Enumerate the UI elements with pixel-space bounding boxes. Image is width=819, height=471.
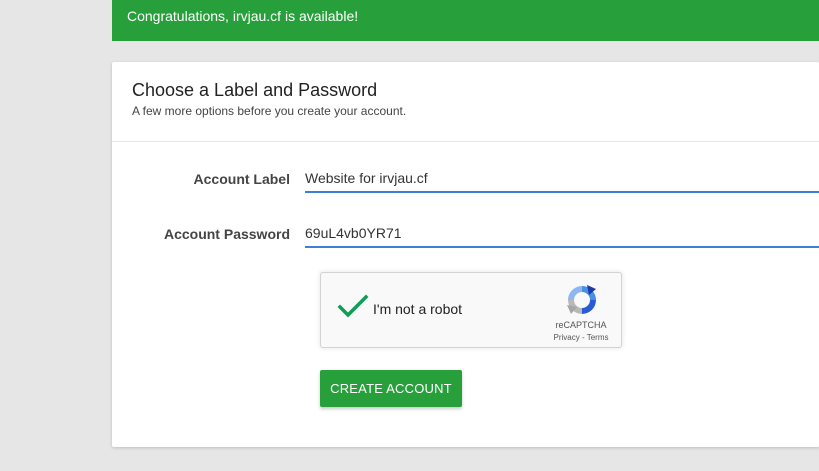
checkmark-icon <box>337 294 369 318</box>
availability-message: Congratulations, irvjau.cf is available! <box>127 8 359 24</box>
account-label-label: Account Label <box>193 171 290 187</box>
account-password-label: Account Password <box>163 226 290 242</box>
card-header: Choose a Label and Password A few more o… <box>112 62 819 142</box>
create-account-button[interactable]: CREATE ACCOUNT <box>320 370 462 407</box>
account-label-input[interactable] <box>305 165 819 193</box>
recaptcha-brand-text: reCAPTCHA <box>555 320 607 330</box>
recaptcha-links: Privacy - Terms <box>545 333 617 342</box>
card-subtitle: A few more options before you create you… <box>132 104 407 118</box>
account-password-input[interactable] <box>305 220 819 248</box>
privacy-link[interactable]: Privacy <box>554 333 580 342</box>
terms-link[interactable]: Terms <box>587 333 609 342</box>
links-separator: - <box>579 333 587 342</box>
recaptcha-logo-icon <box>565 283 599 317</box>
availability-banner: Congratulations, irvjau.cf is available! <box>112 0 819 41</box>
recaptcha-widget: I'm not a robot reCAPTCHA Privacy - Term… <box>320 272 622 348</box>
card-title: Choose a Label and Password <box>132 80 378 100</box>
recaptcha-checkbox-label: I'm not a robot <box>373 301 463 317</box>
account-setup-card: Choose a Label and Password A few more o… <box>112 62 819 447</box>
recaptcha-checkbox[interactable] <box>337 293 369 321</box>
